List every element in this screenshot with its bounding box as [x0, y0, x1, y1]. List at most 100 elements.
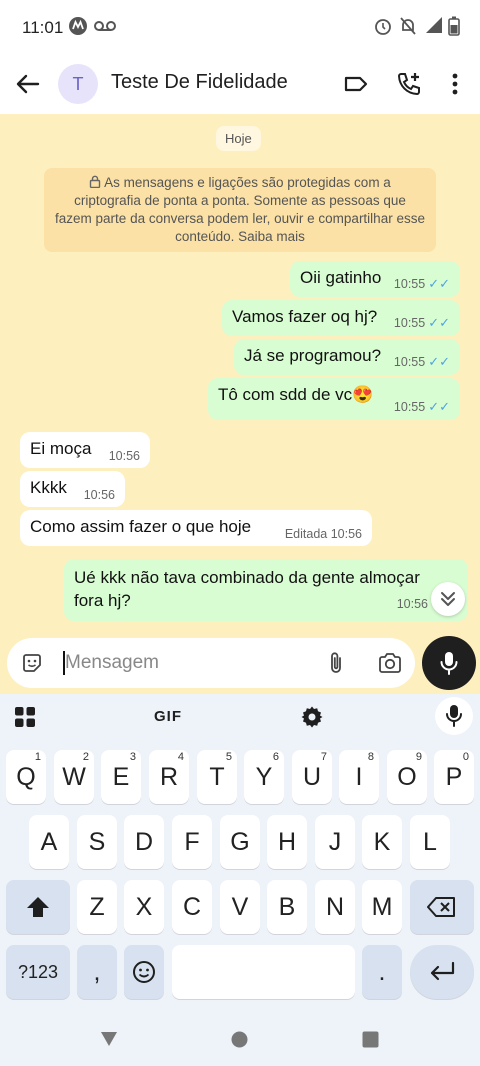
signal-icon — [426, 17, 442, 33]
message-text: Tô com sdd de vc😍 — [218, 385, 374, 404]
microphone-icon — [440, 652, 458, 675]
key-i[interactable]: I8 — [339, 750, 379, 804]
key-hint: 0 — [462, 751, 469, 763]
alarm-icon — [375, 19, 391, 35]
key-hint: 8 — [367, 751, 374, 763]
message-text: Ei moça — [30, 439, 92, 458]
key-l[interactable]: L — [410, 815, 450, 869]
comma-key[interactable]: , — [77, 945, 117, 999]
key-label: R — [159, 763, 179, 791]
message-text: Como assim fazer o que hoje — [30, 517, 252, 536]
key-c[interactable]: C — [172, 880, 212, 934]
key-q[interactable]: Q1 — [6, 750, 46, 804]
message-input[interactable]: Mensagem — [65, 652, 159, 674]
key-e[interactable]: E3 — [101, 750, 141, 804]
key-z[interactable]: Z — [77, 880, 117, 934]
key-hint: 6 — [272, 751, 279, 763]
key-y[interactable]: Y6 — [244, 750, 284, 804]
message-bubble[interactable]: Tô com sdd de vc😍 10:55 ✓✓ — [208, 378, 460, 420]
backspace-icon — [427, 897, 455, 917]
nav-home-icon[interactable] — [231, 1031, 248, 1048]
enter-arrow-icon — [430, 961, 455, 981]
key-x[interactable]: X — [124, 880, 164, 934]
scroll-to-bottom-button[interactable] — [431, 582, 465, 616]
nav-back-icon[interactable] — [100, 1030, 118, 1048]
contact-name[interactable]: Teste De Fidelidade — [111, 71, 288, 94]
voice-message-button[interactable] — [422, 636, 476, 690]
message-list[interactable]: Hoje As mensagens e ligações são protegi… — [0, 114, 480, 634]
period-key[interactable]: . — [362, 945, 402, 999]
key-r[interactable]: R4 — [149, 750, 189, 804]
key-g[interactable]: G — [220, 815, 260, 869]
read-ticks-icon: ✓✓ — [428, 276, 450, 291]
message-bubble[interactable]: Ué kkk não tava combinado da gente almoç… — [64, 559, 468, 621]
message-bubble[interactable]: Vamos fazer oq hj? 10:55 ✓✓ — [222, 300, 460, 336]
settings-gear-icon[interactable] — [300, 705, 324, 729]
read-ticks-icon: ✓✓ — [428, 354, 450, 369]
contact-avatar[interactable]: T — [58, 64, 98, 104]
status-bar: 11:01 — [0, 0, 480, 56]
message-bubble[interactable]: Oii gatinho 10:55 ✓✓ — [290, 261, 460, 297]
composer-bar: Mensagem — [0, 634, 480, 694]
symbols-key[interactable]: ?123 — [6, 945, 70, 999]
label-icon[interactable] — [342, 70, 370, 98]
key-label: T — [209, 763, 225, 791]
key-u[interactable]: U7 — [292, 750, 332, 804]
message-bubble[interactable]: Kkkk 10:56 — [20, 471, 125, 507]
key-s[interactable]: S — [77, 815, 117, 869]
microphone-icon — [446, 705, 462, 727]
key-label: W — [62, 763, 86, 791]
back-arrow-icon[interactable] — [14, 70, 42, 98]
more-options-icon[interactable] — [441, 70, 469, 98]
key-o[interactable]: O9 — [387, 750, 427, 804]
key-j[interactable]: J — [315, 815, 355, 869]
backspace-key[interactable] — [410, 880, 474, 934]
key-p[interactable]: P0 — [434, 750, 474, 804]
nav-recents-icon[interactable] — [362, 1031, 379, 1048]
gif-button[interactable]: GIF — [154, 708, 182, 725]
message-bubble[interactable]: Já se programou? 10:55 ✓✓ — [234, 339, 460, 375]
message-time: 10:56 — [83, 488, 115, 502]
key-d[interactable]: D — [124, 815, 164, 869]
key-k[interactable]: K — [362, 815, 402, 869]
attach-icon[interactable] — [325, 651, 347, 675]
key-hint: 7 — [320, 751, 327, 763]
key-hint: 1 — [34, 751, 41, 763]
key-label: Y — [255, 763, 273, 791]
key-n[interactable]: N — [315, 880, 355, 934]
space-key[interactable] — [172, 945, 355, 999]
encryption-notice-text: As mensagens e ligações são protegidas c… — [55, 175, 425, 244]
add-call-icon[interactable] — [395, 70, 423, 98]
message-time: 10:55 — [393, 316, 426, 330]
key-f[interactable]: F — [172, 815, 212, 869]
read-ticks-icon: ✓✓ — [428, 399, 450, 414]
key-hint: 3 — [129, 751, 136, 763]
chat-header: T Teste De Fidelidade — [0, 56, 480, 114]
key-w[interactable]: W2 — [54, 750, 94, 804]
shift-key[interactable] — [6, 880, 70, 934]
emoji-key[interactable] — [124, 945, 164, 999]
message-text: Kkkk — [30, 478, 67, 497]
key-label: U — [302, 763, 322, 791]
apps-grid-icon[interactable] — [14, 706, 36, 728]
sticker-icon[interactable] — [20, 651, 44, 675]
enter-key[interactable] — [410, 945, 474, 999]
message-text: Já se programou? — [244, 346, 382, 365]
key-b[interactable]: B — [267, 880, 307, 934]
key-h[interactable]: H — [267, 815, 307, 869]
shift-arrow-icon — [27, 897, 49, 917]
key-hint: 9 — [415, 751, 422, 763]
message-input-container[interactable]: Mensagem — [7, 638, 415, 688]
key-a[interactable]: A — [29, 815, 69, 869]
encryption-notice[interactable]: As mensagens e ligações são protegidas c… — [44, 168, 436, 252]
key-hint: 5 — [225, 751, 232, 763]
key-v[interactable]: V — [220, 880, 260, 934]
message-bubble[interactable]: Como assim fazer o que hoje Editada 10:5… — [20, 510, 372, 546]
message-bubble[interactable]: Ei moça 10:56 — [20, 432, 150, 468]
key-t[interactable]: T5 — [197, 750, 237, 804]
key-m[interactable]: M — [362, 880, 402, 934]
keyboard-voice-button[interactable] — [435, 697, 473, 735]
camera-icon[interactable] — [377, 651, 403, 675]
key-hint: 4 — [177, 751, 184, 763]
double-chevron-down-icon — [441, 592, 455, 606]
